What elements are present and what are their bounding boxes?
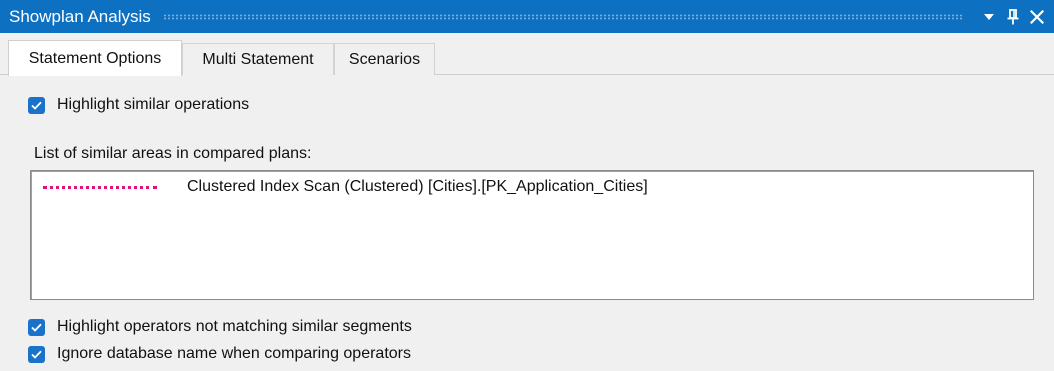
- title-grip[interactable]: [162, 13, 964, 20]
- chevron-down-icon: [984, 13, 994, 20]
- dotted-line-swatch: [43, 185, 157, 189]
- tab-statement-options[interactable]: Statement Options: [8, 40, 182, 76]
- tab-multi-statement[interactable]: Multi Statement: [182, 43, 334, 75]
- tab-scenarios[interactable]: Scenarios: [334, 43, 435, 75]
- tab-label: Scenarios: [348, 50, 421, 68]
- dropdown-button[interactable]: [978, 6, 1000, 28]
- list-item[interactable]: Clustered Index Scan (Clustered) [Cities…: [43, 175, 648, 199]
- window-title: Showplan Analysis: [9, 6, 151, 26]
- highlight-not-matching-checkbox[interactable]: [28, 318, 45, 336]
- pin-icon: [1007, 8, 1019, 24]
- ignore-db-name-option[interactable]: Ignore database name when comparing oper…: [28, 343, 411, 365]
- list-item-text: Clustered Index Scan (Clustered) [Cities…: [187, 178, 648, 195]
- highlight-similar-checkbox[interactable]: [28, 96, 45, 114]
- close-button[interactable]: [1026, 6, 1048, 28]
- tab-strip: Statement Options Multi Statement Scenar…: [0, 33, 1054, 76]
- pin-button[interactable]: [1002, 6, 1024, 28]
- highlight-not-matching-label: Highlight operators not matching similar…: [57, 318, 412, 335]
- highlight-similar-option[interactable]: Highlight similar operations: [28, 94, 249, 116]
- title-bar[interactable]: Showplan Analysis: [0, 0, 1054, 33]
- close-icon: [1030, 9, 1044, 24]
- showplan-analysis-window: Showplan Analysis Statement Options Mult…: [0, 0, 1054, 371]
- checkmark-icon: [31, 350, 42, 359]
- tab-label: Multi Statement: [202, 50, 314, 68]
- highlight-not-matching-option[interactable]: Highlight operators not matching similar…: [28, 316, 412, 338]
- tab-label: Statement Options: [28, 49, 162, 67]
- checkmark-icon: [31, 323, 42, 332]
- similar-areas-caption: List of similar areas in compared plans:: [34, 145, 312, 162]
- similar-areas-list[interactable]: Clustered Index Scan (Clustered) [Cities…: [30, 170, 1034, 300]
- ignore-db-name-checkbox[interactable]: [28, 345, 45, 363]
- checkmark-icon: [31, 101, 42, 110]
- statement-options-panel: Highlight similar operations List of sim…: [0, 75, 1054, 371]
- ignore-db-name-label: Ignore database name when comparing oper…: [57, 345, 411, 362]
- highlight-similar-label: Highlight similar operations: [57, 96, 250, 113]
